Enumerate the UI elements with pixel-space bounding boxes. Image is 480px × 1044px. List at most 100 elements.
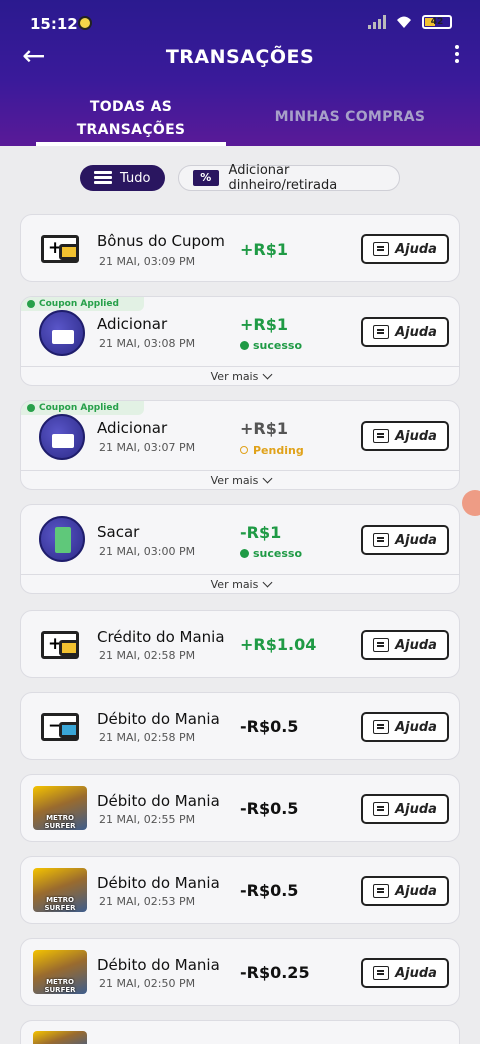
battery-icon: 42 [422,14,452,29]
transaction-amount: -R$1 [240,523,282,542]
notification-icon [78,16,92,30]
transaction-date: 21 MAI, 03:07 PM [99,441,196,454]
floating-assist-bubble[interactable] [462,490,480,516]
transaction-name: Débito do Mania [97,792,220,810]
support-chat-icon [373,802,390,816]
chevron-down-icon [262,473,273,484]
transaction-name: Débito do Mania [97,874,220,892]
status-time: 15:12 [30,15,78,33]
help-button-label: Ajuda [395,883,437,899]
help-button[interactable]: Ajuda [361,234,449,264]
help-button[interactable]: Ajuda [361,794,449,824]
transaction-amount: +R$1 [240,419,288,438]
active-tab-indicator [36,142,226,146]
support-chat-icon [373,429,390,443]
transaction-date: 21 MAI, 02:50 PM [99,977,196,990]
filter-chip-all[interactable]: Tudo [80,165,165,191]
help-button-label: Ajuda [395,241,437,257]
page-title: TRANSAÇÕES [165,46,315,68]
signal-icon [368,14,386,29]
transaction-name: Débito do Mania [97,710,220,728]
wallet-minus-icon: − [39,704,85,750]
transaction-name: Adicionar [97,315,168,333]
help-button-label: Ajuda [395,428,437,444]
metro-surfer-game-icon: METRO SURFER [33,868,87,912]
help-button[interactable]: Ajuda [361,712,449,742]
transaction-amount: +R$1 [240,315,288,334]
help-button-label: Ajuda [395,801,437,817]
coupon-applied-badge: Coupon Applied [21,401,144,415]
transaction-card: METRO SURFER Débito do Mania 21 MAI, 02:… [20,938,460,1006]
see-more-label: Ver mais [210,370,259,383]
transaction-date: 21 MAI, 02:58 PM [99,731,196,744]
add-money-icon [39,310,85,356]
transaction-amount: -R$0.25 [240,963,310,982]
withdraw-icon [39,516,85,562]
help-button-label: Ajuda [395,965,437,981]
filter-chip-add-withdraw[interactable]: % Adicionar dinheiro/retirada [178,163,400,193]
help-button[interactable]: Ajuda [361,317,449,347]
transaction-name: Débito do Mania [97,956,220,974]
transaction-date: 21 MAI, 03:08 PM [99,337,196,350]
filter-chip-add-withdraw-label: Adicionar dinheiro/retirada [228,163,338,193]
support-chat-icon [373,638,390,652]
see-more-label: Ver mais [210,578,259,591]
help-button[interactable]: Ajuda [361,630,449,660]
metro-surfer-game-icon: METRO SURFER [33,950,87,994]
transaction-date: 21 MAI, 02:58 PM [99,649,196,662]
tab-all-label-line2: TRANSAÇÕES [76,122,186,138]
transaction-name: Bônus do Cupom [97,232,225,250]
help-button-label: Ajuda [395,719,437,735]
see-more-toggle[interactable]: Ver mais [21,470,459,489]
transaction-card: METRO SURFER Débito do Mania 21 MAI, 02:… [20,856,460,924]
status-bar: 15:12 42 [0,0,480,44]
transaction-card: − Débito do Mania 21 MAI, 02:58 PM -R$0.… [20,692,460,760]
transaction-name: Sacar [97,523,140,541]
add-money-icon [39,414,85,460]
metro-surfer-game-icon [33,1031,87,1044]
tab-all-transactions[interactable]: TODAS AS TRANSAÇÕES [36,96,226,142]
transaction-status: Pending [240,444,304,457]
transaction-amount: -R$0.5 [240,799,299,818]
wallet-plus-icon: + [39,226,85,272]
transaction-date: 21 MAI, 03:09 PM [99,255,196,268]
help-button[interactable]: Ajuda [361,876,449,906]
see-more-label: Ver mais [210,474,259,487]
chevron-down-icon [262,577,273,588]
chevron-down-icon [262,369,273,380]
see-more-toggle[interactable]: Ver mais [21,366,459,385]
transaction-card-partial [20,1020,460,1044]
transaction-date: 21 MAI, 02:55 PM [99,813,196,826]
wallet-plus-icon: + [39,622,85,668]
tab-all-label-line1: TODAS AS [89,99,173,115]
transaction-date: 21 MAI, 02:53 PM [99,895,196,908]
support-chat-icon [373,966,390,980]
support-chat-icon [373,325,390,339]
help-button[interactable]: Ajuda [361,525,449,555]
transaction-card: + Bônus do Cupom 21 MAI, 03:09 PM +R$1 A… [20,214,460,282]
transaction-name: Crédito do Mania [97,628,225,646]
discount-tag-icon: % [193,170,219,186]
more-options-icon[interactable] [454,42,460,66]
support-chat-icon [373,242,390,256]
tab-my-purchases[interactable]: MINHAS COMPRAS [250,106,450,129]
transaction-card: METRO SURFER Débito do Mania 21 MAI, 02:… [20,774,460,842]
help-button[interactable]: Ajuda [361,958,449,988]
see-more-toggle[interactable]: Ver mais [21,574,459,593]
transaction-status: sucesso [240,339,302,352]
transaction-amount: +R$1 [240,240,288,259]
transaction-amount: -R$0.5 [240,717,299,736]
transaction-amount: -R$0.5 [240,881,299,900]
support-chat-icon [373,884,390,898]
metro-surfer-game-icon: METRO SURFER [33,786,87,830]
wifi-icon [397,16,411,28]
help-button[interactable]: Ajuda [361,421,449,451]
app-header: 15:12 42 ← TRANSAÇÕES TODAS AS TRANSAÇÕE… [0,0,480,146]
transaction-card: Coupon Applied Adicionar 21 MAI, 03:08 P… [20,296,460,386]
help-button-label: Ajuda [395,324,437,340]
transaction-card: + Crédito do Mania 21 MAI, 02:58 PM +R$1… [20,610,460,678]
transaction-card: Coupon Applied Adicionar 21 MAI, 03:07 P… [20,400,460,490]
help-button-label: Ajuda [395,637,437,653]
coupon-applied-badge: Coupon Applied [21,297,144,311]
transaction-status: sucesso [240,547,302,560]
